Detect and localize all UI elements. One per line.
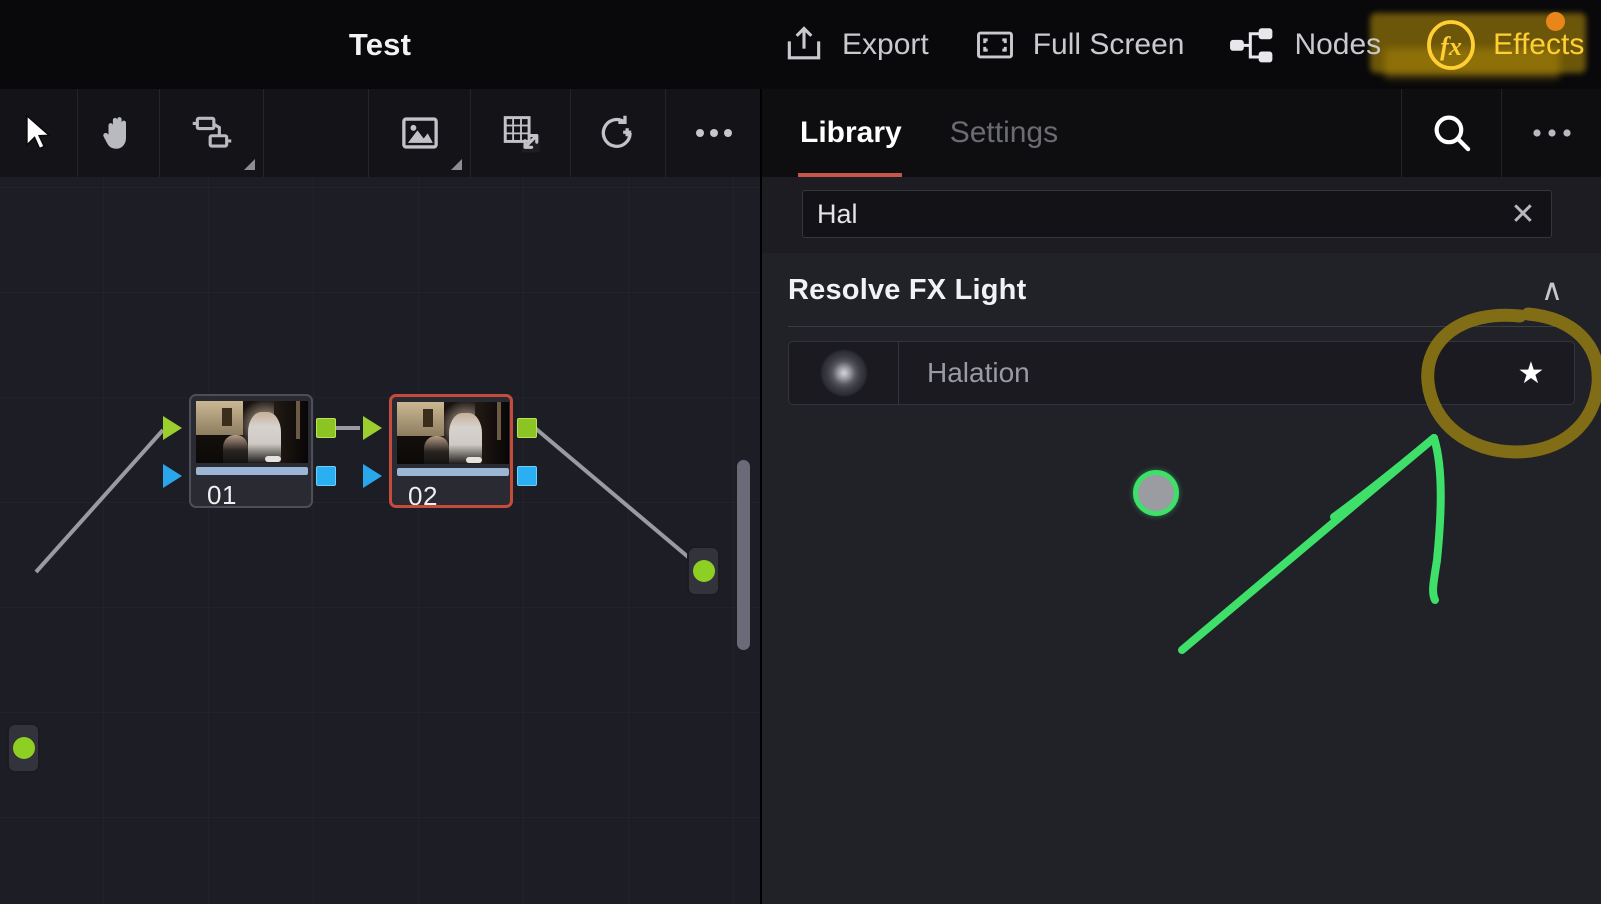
node-wires <box>34 426 702 574</box>
effect-list-item-halation[interactable]: Halation ★ <box>788 341 1575 405</box>
node-layout-tool-button[interactable] <box>160 89 264 177</box>
node-02-thumbnail <box>397 402 509 464</box>
effect-name-label: Halation <box>927 357 1030 388</box>
image-wipe-tool-button[interactable] <box>369 89 471 177</box>
toolbar-more-options-button[interactable] <box>666 89 762 177</box>
node-card-01[interactable]: 01 <box>189 394 313 508</box>
cursor-arrow-icon <box>25 114 51 150</box>
node-01-alpha-output[interactable] <box>316 466 336 486</box>
graph-output-node[interactable] <box>687 546 720 596</box>
tab-library[interactable]: Library <box>762 89 926 177</box>
node-02-rgb-input[interactable] <box>363 416 382 440</box>
node-graph-canvas[interactable]: 01 02 <box>0 177 762 904</box>
effects-search-row: ✕ <box>762 177 1601 253</box>
page-title: Test <box>348 26 412 62</box>
svg-text:fx: fx <box>1440 32 1462 61</box>
fx-circle-icon: fx <box>1425 19 1477 71</box>
full-screen-button[interactable]: Full Screen <box>951 0 1207 89</box>
search-icon <box>1434 115 1470 152</box>
node-01-colorbar <box>196 467 308 475</box>
effects-panel-tools <box>1401 89 1601 177</box>
image-mountain-icon <box>401 117 438 149</box>
reset-add-circle-icon <box>601 115 632 148</box>
export-button[interactable]: Export <box>760 0 951 89</box>
effects-button[interactable]: fx Effects <box>1403 0 1601 89</box>
nodes-button[interactable]: Nodes <box>1206 0 1403 89</box>
effects-list-body: Resolve FX Light ∧ Halation ★ <box>762 253 1601 904</box>
node-card-02[interactable]: 02 <box>389 394 513 508</box>
node-connect-icon <box>192 116 231 148</box>
chevron-up-icon[interactable]: ∧ <box>1541 273 1563 308</box>
clear-search-icon[interactable]: ✕ <box>1495 191 1551 237</box>
nodes-label: Nodes <box>1294 27 1382 61</box>
node-01-alpha-input[interactable] <box>163 464 182 488</box>
header-actions: Export Full Screen Nodes fx Effects <box>760 0 1601 89</box>
mouse-cursor-highlight <box>1133 470 1179 516</box>
node-02-alpha-input[interactable] <box>363 464 382 488</box>
effects-search-button[interactable] <box>1401 89 1501 177</box>
toolbar-spacer-cell <box>264 89 369 177</box>
category-title: Resolve FX Light <box>788 273 1027 306</box>
grid-expand-icon <box>503 116 540 153</box>
node-02-alpha-output[interactable] <box>517 466 537 486</box>
effects-library-panel: Library Settings Hal ✕ Resolve FX Light … <box>762 89 1601 904</box>
source-node-dot <box>12 737 35 759</box>
search-input[interactable] <box>803 198 1495 230</box>
status-indicator-dot <box>1546 12 1565 31</box>
node-01-thumbnail <box>196 401 308 463</box>
search-field-container[interactable]: ✕ <box>802 190 1552 238</box>
image-wipe-dropdown-arrow-icon[interactable] <box>451 159 462 170</box>
effects-options-button[interactable] <box>1501 89 1601 177</box>
graph-vertical-scrollbar[interactable] <box>737 460 750 650</box>
effects-label: Effects <box>1493 27 1585 61</box>
node-01-rgb-output[interactable] <box>316 418 336 438</box>
ellipsis-icon <box>696 129 732 137</box>
ellipsis-icon <box>1532 129 1571 137</box>
graph-source-node[interactable] <box>7 723 40 773</box>
full-screen-label: Full Screen <box>1032 27 1185 61</box>
tab-library-label: Library <box>800 116 902 149</box>
top-header-bar: Test Export Full Screen Nodes fx Effects <box>0 0 1601 89</box>
node-01-label: 01 <box>207 480 237 508</box>
full-screen-brackets-icon <box>973 23 1017 67</box>
node-02-colorbar <box>397 468 509 476</box>
node-01-rgb-input[interactable] <box>163 416 182 440</box>
output-node-dot <box>692 560 715 582</box>
tab-settings-label: Settings <box>949 116 1059 149</box>
node-02-rgb-output[interactable] <box>517 418 537 438</box>
category-divider <box>788 326 1575 327</box>
export-label: Export <box>842 27 929 61</box>
favorite-star-icon[interactable]: ★ <box>1488 356 1574 391</box>
pan-tool-button[interactable] <box>78 89 160 177</box>
effects-panel-tabbar: Library Settings <box>762 89 1601 177</box>
category-header-resolve-fx-light[interactable]: Resolve FX Light ∧ <box>762 253 1601 327</box>
halation-glow-icon <box>789 342 899 404</box>
resolve-window: Test Export Full Screen Nodes fx Effects… <box>0 0 1601 904</box>
tab-settings[interactable]: Settings <box>926 89 1082 177</box>
reset-version-tool-button[interactable] <box>571 89 666 177</box>
node-02-label: 02 <box>408 481 438 508</box>
select-tool-button[interactable] <box>0 89 78 177</box>
node-graph-icon <box>1228 23 1278 67</box>
node-layout-dropdown-arrow-icon[interactable] <box>244 159 255 170</box>
hand-pan-icon <box>102 117 126 149</box>
node-editor-toolbar <box>0 89 762 177</box>
export-upload-icon <box>782 23 826 67</box>
grid-fit-tool-button[interactable] <box>471 89 571 177</box>
